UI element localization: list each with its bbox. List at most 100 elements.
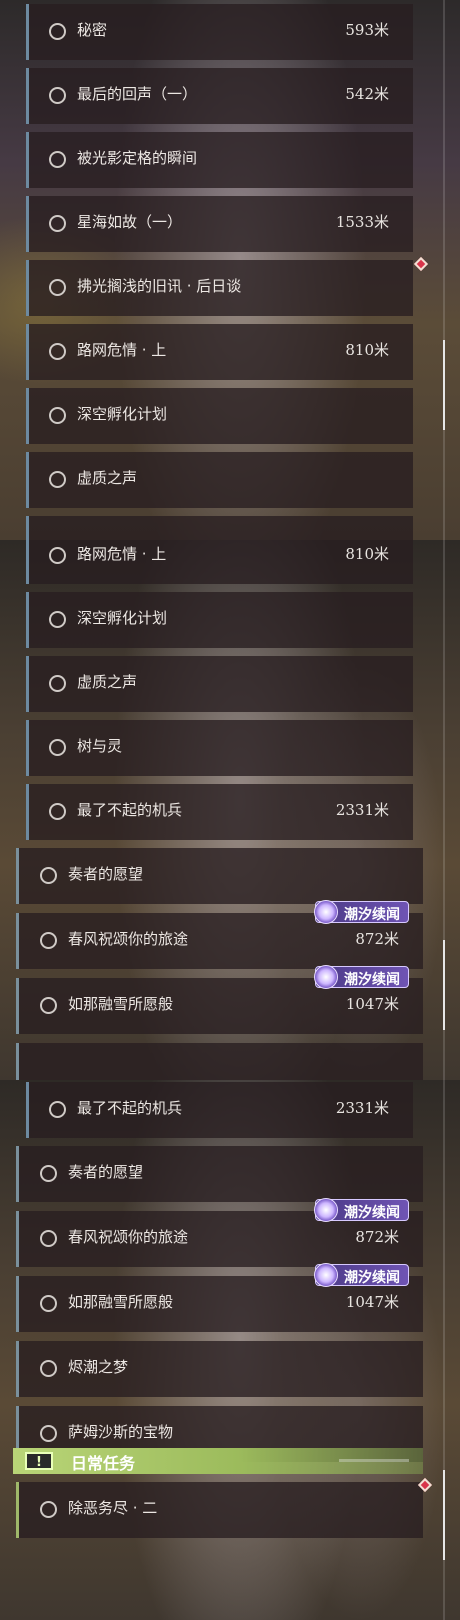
exclamation-icon: ! [25,1452,53,1470]
quest-title: 虚质之声 [77,469,138,487]
quest-title: 最了不起的机兵 [77,1099,183,1117]
quest-list-panel-2: 路网危情 · 上 810米 深空孵化计划 虚质之声 树与灵 最了不起的机兵 23… [0,540,460,1080]
quest-row[interactable]: 最后的回声（一） 542米 [26,68,413,124]
scrollbar-thumb[interactable] [443,940,445,1030]
circle-outline-icon [49,675,66,692]
section-title: 日常任务 [71,1454,136,1473]
quest-distance: 1047米 [345,995,399,1013]
tide-badge: 潮汐续闻 [314,900,409,924]
quest-distance: 1047米 [345,1293,399,1311]
quest-title: 烬潮之梦 [68,1358,129,1376]
quest-row[interactable]: 奏者的愿望 [16,1146,423,1202]
quest-title: 树与灵 [77,737,123,755]
circle-outline-icon [40,1230,57,1247]
quest-title: 春风祝颂你的旅途 [68,930,189,948]
quest-distance: 872米 [355,1228,399,1246]
scrollbar-thumb[interactable] [443,1470,445,1560]
quest-row[interactable]: 秘密 593米 [26,4,413,60]
quest-title: 被光影定格的瞬间 [77,149,198,167]
circle-outline-icon [49,87,66,104]
quest-title: 如那融雪所愿般 [68,995,174,1013]
quest-row[interactable]: 最了不起的机兵 2331米 [26,784,413,840]
quest-title: 路网危情 · 上 [77,341,167,359]
circle-outline-icon [40,1295,57,1312]
circle-outline-icon [40,1165,57,1182]
quest-row[interactable]: 春风祝颂你的旅途 872米 潮汐续闻 [16,900,423,969]
circle-outline-icon [49,803,66,820]
quest-row[interactable]: 树与灵 [26,720,413,776]
circle-outline-icon [49,1101,66,1118]
tide-badge: 潮汐续闻 [314,1198,409,1222]
scrollbar[interactable] [443,0,445,540]
quest-distance: 1533米 [335,213,389,231]
tide-badge: 潮汐续闻 [314,965,409,989]
circle-outline-icon [49,279,66,296]
quest-row[interactable]: 星海如故（一） 1533米 [26,196,413,252]
scrollbar-thumb[interactable] [443,340,445,430]
circle-outline-icon [49,23,66,40]
quest-row[interactable]: 虚质之声 [26,656,413,712]
scrollbar[interactable] [443,540,445,1080]
quest-title: 深空孵化计划 [77,609,168,627]
quest-title: 萨姆沙斯的宝物 [68,1423,174,1441]
quest-row[interactable]: 路网危情 · 上 810米 [26,540,413,584]
quest-title: 奏者的愿望 [68,865,144,883]
quest-title: 深空孵化计划 [77,405,168,423]
quest-title: 最后的回声（一） [77,85,198,103]
circle-outline-icon [40,997,57,1014]
quest-row[interactable]: 深空孵化计划 [26,388,413,444]
quest-row[interactable]: 拂光搁浅的旧讯 · 后日谈 [26,260,413,316]
quest-distance: 810米 [345,545,389,563]
scrollbar[interactable] [443,1080,445,1620]
quest-title: 除恶务尽 · 二 [68,1499,158,1517]
circle-outline-icon [40,867,57,884]
quest-row[interactable] [16,1043,423,1080]
badge-label: 潮汐续闻 [344,1205,400,1221]
quest-row[interactable]: 最了不起的机兵 2331米 [26,1082,413,1138]
circle-outline-icon [40,932,57,949]
tide-sparkle-icon [314,1198,338,1222]
quest-distance: 2331米 [335,1099,389,1117]
quest-title: 如那融雪所愿般 [68,1293,174,1311]
tide-sparkle-icon [314,1263,338,1287]
badge-label: 潮汐续闻 [344,907,400,923]
quest-row[interactable]: 春风祝颂你的旅途 872米 潮汐续闻 [16,1198,423,1267]
quest-row[interactable]: 深空孵化计划 [26,592,413,648]
circle-outline-icon [40,1360,57,1377]
quest-list-panel-1: 秘密 593米 最后的回声（一） 542米 被光影定格的瞬间 星海如故（一） 1… [0,0,460,540]
quest-distance: 2331米 [335,801,389,819]
quest-distance: 542米 [345,85,389,103]
badge-label: 潮汐续闻 [344,972,400,988]
quest-title: 路网危情 · 上 [77,545,167,563]
daily-quest-row[interactable]: 除恶务尽 · 二 [16,1482,423,1538]
quest-title: 春风祝颂你的旅途 [68,1228,189,1246]
quest-title: 秘密 [77,21,108,39]
circle-outline-icon [49,739,66,756]
quest-title: 虚质之声 [77,673,138,691]
daily-tasks-header[interactable]: ! 日常任务 [13,1448,423,1474]
quest-title: 星海如故（一） [77,213,183,231]
quest-title: 奏者的愿望 [68,1163,144,1181]
quest-distance: 810米 [345,341,389,359]
quest-row[interactable] [26,516,413,540]
quest-row[interactable]: 奏者的愿望 [16,848,423,904]
circle-outline-icon [40,1501,57,1518]
quest-row[interactable]: 虚质之声 [26,452,413,508]
circle-outline-icon [49,547,66,564]
quest-distance: 872米 [355,930,399,948]
circle-outline-icon [49,407,66,424]
quest-row[interactable]: 如那融雪所愿般 1047米 潮汐续闻 [16,965,423,1034]
circle-outline-icon [49,343,66,360]
tide-badge: 潮汐续闻 [314,1263,409,1287]
tide-sparkle-icon [314,965,338,989]
circle-outline-icon [49,471,66,488]
badge-label: 潮汐续闻 [344,1270,400,1286]
circle-outline-icon [49,611,66,628]
quest-row[interactable]: 被光影定格的瞬间 [26,132,413,188]
tide-sparkle-icon [314,900,338,924]
quest-row[interactable]: 如那融雪所愿般 1047米 潮汐续闻 [16,1263,423,1332]
quest-row[interactable]: 路网危情 · 上 810米 [26,324,413,380]
quest-row[interactable]: 烬潮之梦 [16,1341,423,1397]
circle-outline-icon [49,215,66,232]
quest-list-panel-3: 最了不起的机兵 2331米 奏者的愿望 春风祝颂你的旅途 872米 潮汐续闻 如… [0,1080,460,1620]
